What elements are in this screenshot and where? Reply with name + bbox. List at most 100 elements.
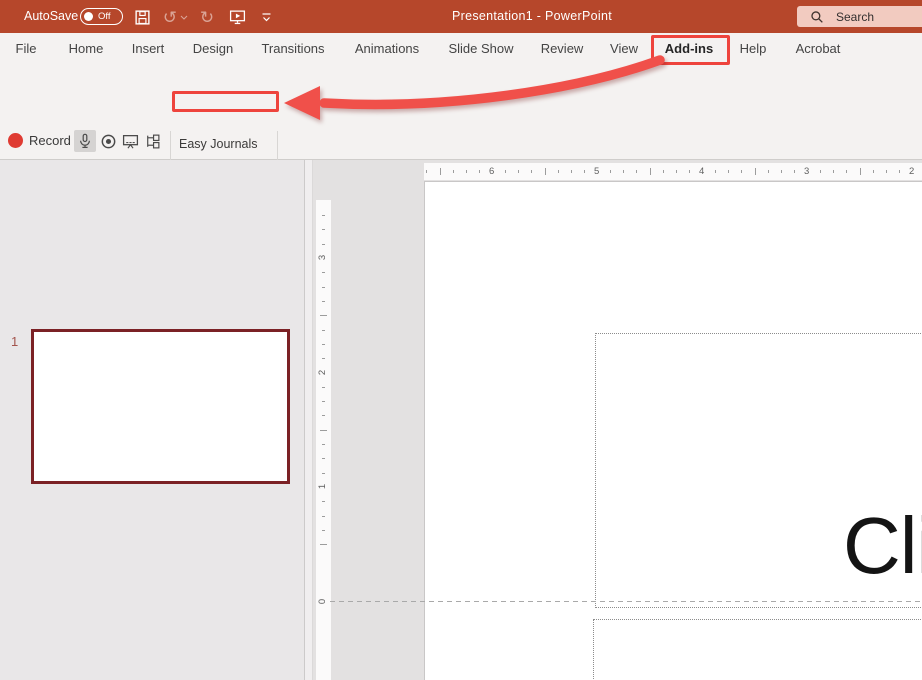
ruler-tick [833, 170, 834, 173]
ruler-number: 2 [909, 166, 914, 177]
guide-line[interactable] [330, 601, 922, 602]
start-slideshow-button[interactable] [227, 7, 247, 27]
record-dot-icon [8, 133, 23, 148]
ruler-tick [320, 544, 327, 545]
tab-file[interactable]: File [8, 33, 44, 64]
ruler-number: 4 [699, 166, 704, 177]
ruler-tick [322, 501, 325, 502]
ruler-tick [518, 170, 519, 173]
ruler-number: 5 [594, 166, 599, 177]
tab-animations[interactable]: Animations [349, 33, 425, 64]
ruler-tick [558, 170, 559, 173]
undo-button[interactable]: ↺ [160, 7, 180, 27]
ruler-tick [571, 170, 572, 173]
ruler-tick [322, 415, 325, 416]
ruler-tick [479, 170, 480, 173]
target-icon [100, 133, 117, 150]
chevron-down-icon [180, 15, 188, 20]
record-button[interactable]: Record [8, 133, 71, 148]
horizontal-ruler: 65432 [424, 163, 922, 180]
tab-design[interactable]: Design [188, 33, 238, 64]
ruler-tick [610, 170, 611, 173]
easy-journals-menu-item[interactable]: Easy Journals [179, 134, 258, 153]
microphone-button[interactable] [74, 130, 96, 152]
ruler-tick [322, 473, 325, 474]
search-icon [810, 10, 824, 24]
customize-toolbar-icon [260, 12, 273, 23]
ruler-tick [663, 170, 664, 173]
tab-view[interactable]: View [605, 33, 643, 64]
tab-help[interactable]: Help [736, 33, 770, 64]
save-icon [134, 9, 151, 26]
ruler-tick [426, 170, 427, 173]
ruler-tick [873, 170, 874, 173]
record-label: Record [29, 133, 71, 148]
ruler-tick [584, 170, 585, 173]
ruler-tick [322, 444, 325, 445]
panel-splitter[interactable] [304, 160, 313, 680]
ruler-tick [322, 301, 325, 302]
ruler-tick [320, 430, 327, 431]
ruler-tick [846, 170, 847, 173]
easy-journals-label: Easy Journals [179, 137, 258, 151]
ruler-number: 6 [489, 166, 494, 177]
save-button[interactable] [132, 7, 152, 27]
ruler-tick [453, 170, 454, 173]
window-title: Presentation1 - PowerPoint [452, 9, 612, 23]
tab-add-ins[interactable]: Add-ins [661, 33, 717, 64]
ruler-tick [768, 170, 769, 173]
ruler-tick [505, 170, 506, 173]
title-bar: AutoSave Off ↺ ↻ [0, 0, 922, 33]
tab-insert[interactable]: Insert [126, 33, 170, 64]
customize-quick-access-toolbar-button[interactable] [256, 7, 276, 27]
search-placeholder: Search [836, 10, 874, 24]
ruler-tick [545, 168, 546, 175]
slide-thumbnails-panel: 1 [0, 160, 304, 680]
ruler-tick [322, 330, 325, 331]
ruler-tick [755, 168, 756, 175]
ruler-tick [715, 170, 716, 173]
ruler-tick [860, 168, 861, 175]
title-placeholder-text: Cli [843, 506, 922, 586]
tab-transitions[interactable]: Transitions [256, 33, 330, 64]
tab-slide-show[interactable]: Slide Show [445, 33, 517, 64]
ruler-tick [899, 170, 900, 173]
undo-icon: ↺ [163, 9, 177, 26]
search-input[interactable]: Search [797, 6, 922, 27]
ribbon-tab-row: File Home Insert Design Transitions Anim… [0, 33, 922, 64]
undo-dropdown-button[interactable] [178, 7, 190, 27]
ruler-tick [322, 344, 325, 345]
slide-1-thumbnail[interactable] [31, 329, 290, 484]
ruler-number: 0 [317, 598, 328, 603]
ruler-tick [322, 458, 325, 459]
autosave-label: AutoSave [24, 9, 78, 23]
ruler-tick [322, 215, 325, 216]
ruler-tick [322, 387, 325, 388]
microphone-icon [77, 133, 93, 149]
ruler-tick [320, 315, 327, 316]
settings-nodes-button[interactable] [141, 130, 163, 152]
ruler-tick [728, 170, 729, 173]
redo-button[interactable]: ↻ [197, 7, 217, 27]
subtitle-placeholder[interactable] [593, 619, 922, 680]
tab-acrobat[interactable]: Acrobat [790, 33, 846, 64]
ruler-tick [440, 168, 441, 175]
ruler-tick [322, 401, 325, 402]
toggle-knob-icon [84, 12, 93, 21]
ruler-tick [322, 358, 325, 359]
tab-home[interactable]: Home [62, 33, 110, 64]
autosave-toggle[interactable]: Off [80, 8, 123, 25]
ruler-number: 3 [317, 255, 328, 260]
screen-recording-button[interactable] [119, 130, 141, 152]
screen-icon [122, 133, 139, 150]
ruler-tick [322, 272, 325, 273]
ruler-tick [322, 229, 325, 230]
ruler-tick [322, 530, 325, 531]
powerpoint-window: AutoSave Off ↺ ↻ [0, 0, 922, 680]
vertical-ruler: 3210 [316, 200, 331, 680]
title-placeholder[interactable]: Cli [595, 333, 922, 608]
tab-review[interactable]: Review [536, 33, 588, 64]
record-target-button[interactable] [97, 130, 119, 152]
redo-icon: ↻ [200, 9, 214, 26]
slideshow-icon [229, 9, 246, 26]
